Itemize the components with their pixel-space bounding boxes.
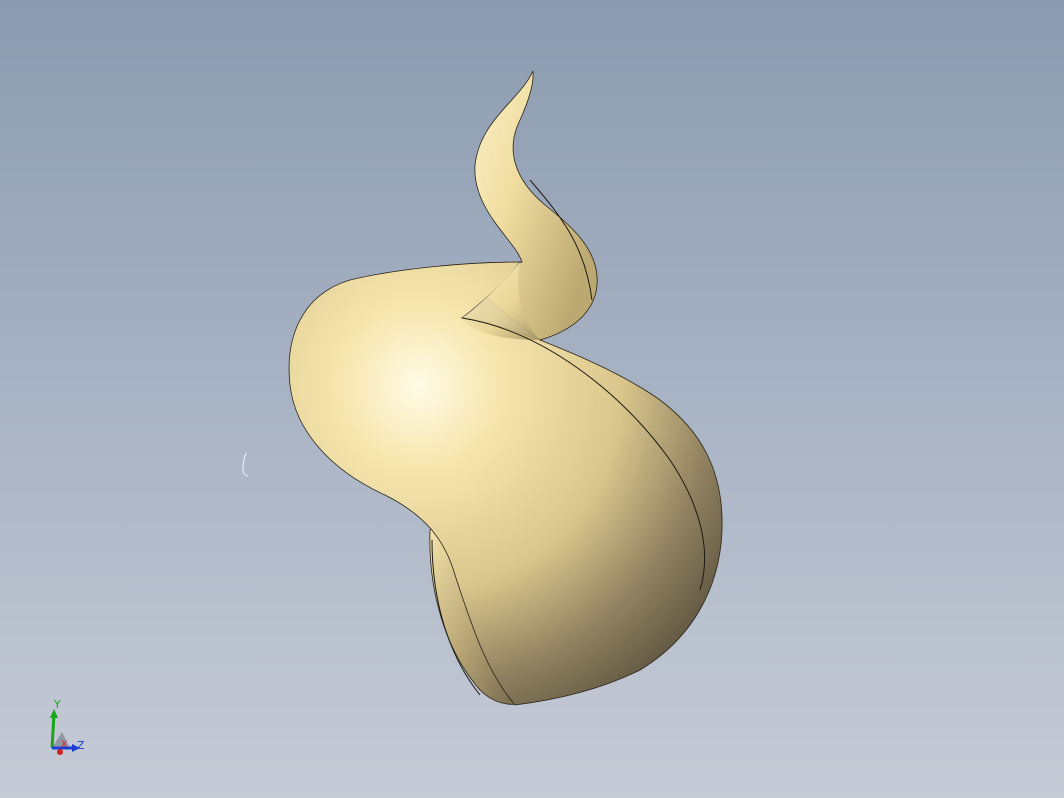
triad-z-label: Z [77, 739, 85, 752]
cursor-mark [242, 452, 249, 477]
triad-y-label: Y [54, 698, 61, 711]
triad-axes-icon [50, 709, 80, 755]
graphics-viewport[interactable]: Y X Z [0, 0, 1064, 798]
horn-model[interactable] [0, 0, 1064, 798]
triad-x-label: X [61, 740, 68, 750]
view-triad[interactable]: Y X Z [40, 698, 96, 760]
